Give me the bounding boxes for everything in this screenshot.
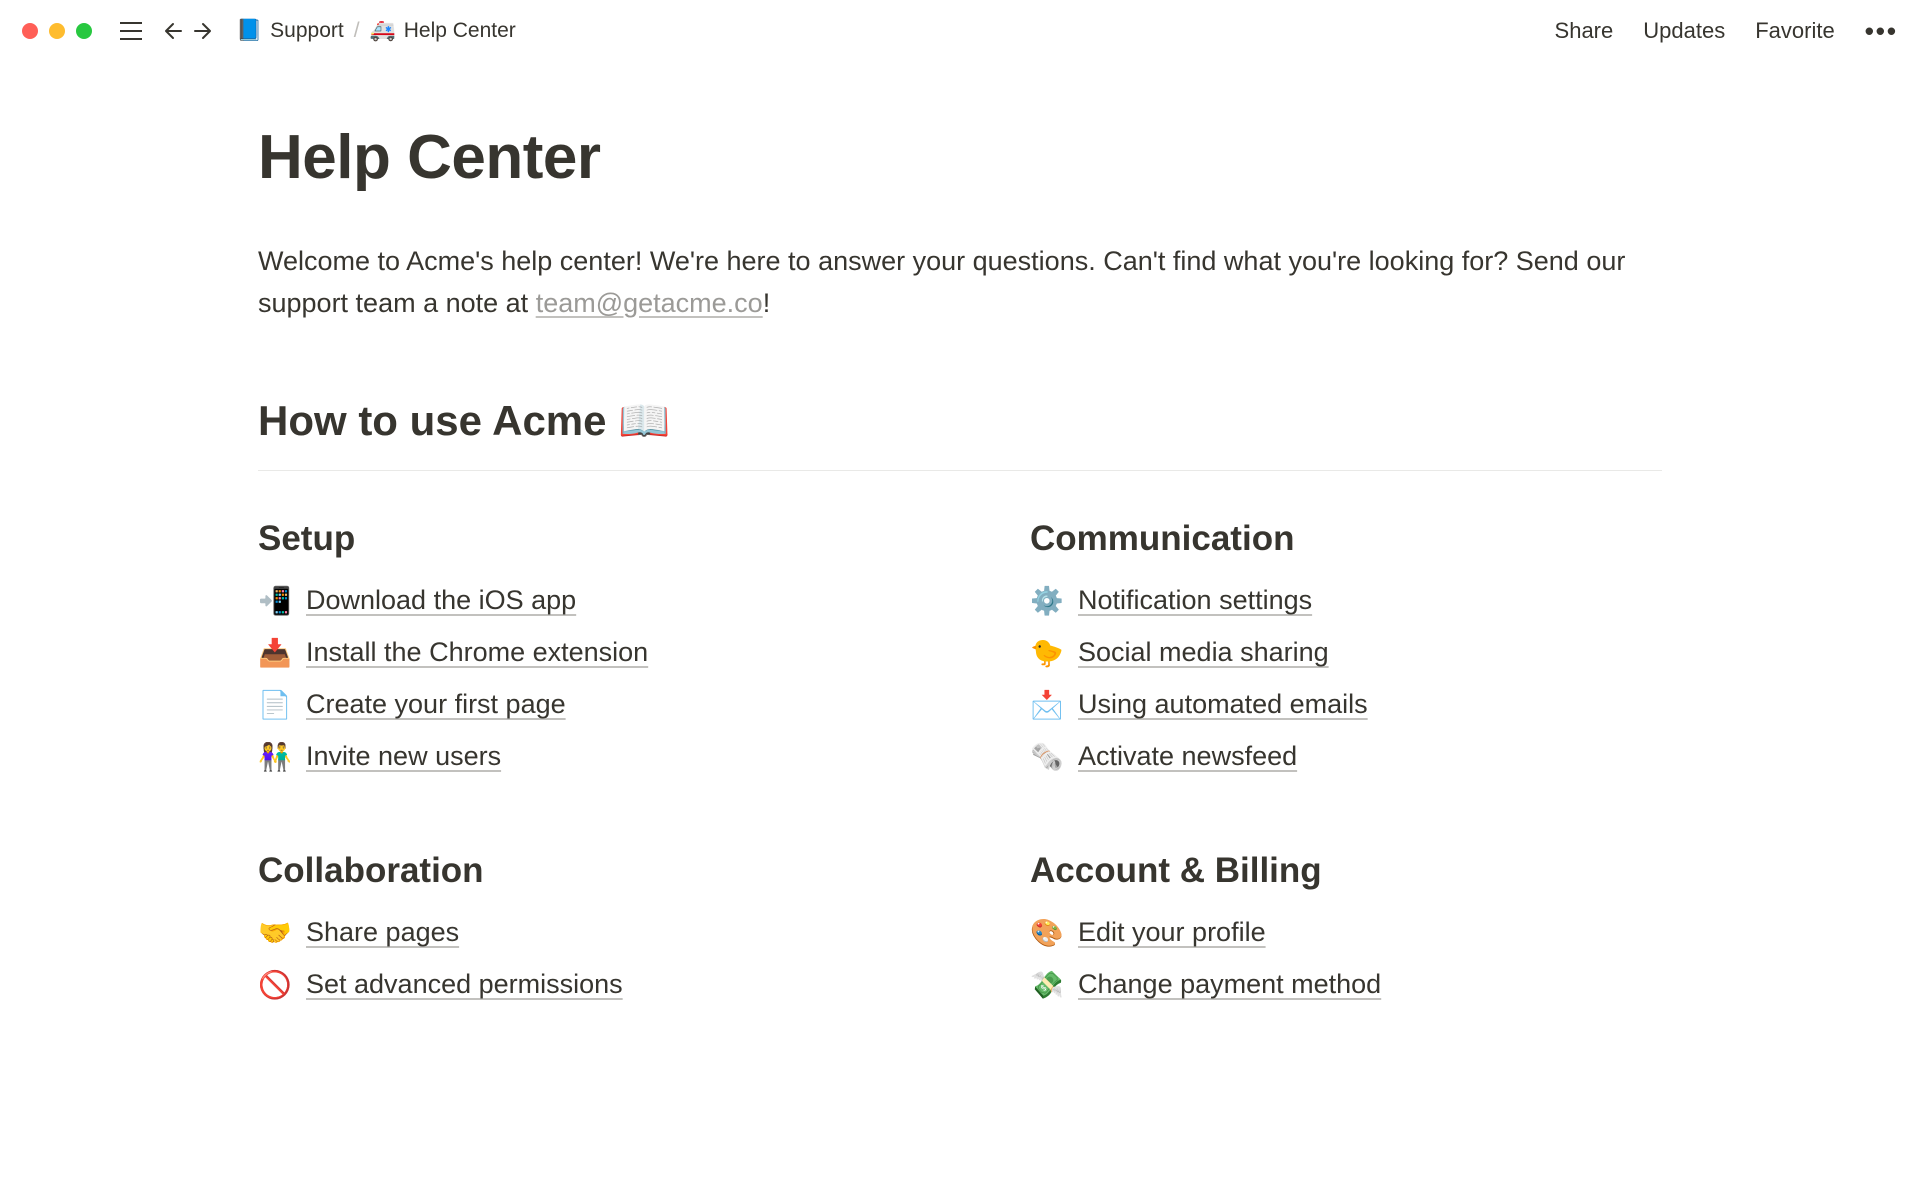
guide-heading-text: How to use Acme (258, 397, 618, 444)
link-label: Download the iOS app (306, 585, 576, 616)
link-invite-users[interactable]: 👫 Invite new users (258, 741, 890, 773)
window-maximize-icon[interactable] (76, 23, 92, 39)
link-list: 📲 Download the iOS app 📥 Install the Chr… (258, 585, 890, 773)
share-button[interactable]: Share (1555, 18, 1614, 44)
column-heading: Setup (258, 519, 890, 559)
gear-icon: ⚙️ (1030, 585, 1062, 617)
newspaper-icon: 🗞️ (1030, 741, 1062, 773)
breadcrumb-label: Support (270, 19, 344, 43)
link-share-pages[interactable]: 🤝 Share pages (258, 917, 890, 949)
link-label: Install the Chrome extension (306, 637, 648, 668)
link-download-ios[interactable]: 📲 Download the iOS app (258, 585, 890, 617)
link-first-page[interactable]: 📄 Create your first page (258, 689, 890, 721)
window-minimize-icon[interactable] (49, 23, 65, 39)
link-label: Change payment method (1078, 969, 1381, 1000)
link-install-chrome[interactable]: 📥 Install the Chrome extension (258, 637, 890, 669)
prohibited-icon: 🚫 (258, 969, 290, 1001)
link-label: Edit your profile (1078, 917, 1266, 948)
palette-icon: 🎨 (1030, 917, 1062, 949)
topbar-actions: Share Updates Favorite ••• (1555, 16, 1898, 47)
window-close-icon[interactable] (22, 23, 38, 39)
page-title: Help Center (258, 122, 1662, 193)
column-heading: Account & Billing (1030, 851, 1662, 891)
topbar: 📘 Support / 🚑 Help Center Share Updates … (0, 0, 1920, 62)
breadcrumb-item-support[interactable]: 📘 Support (236, 19, 344, 43)
column-account-billing: Account & Billing 🎨 Edit your profile 💸 … (1030, 851, 1662, 1021)
link-advanced-permissions[interactable]: 🚫 Set advanced permissions (258, 969, 890, 1001)
column-communication: Communication ⚙️ Notification settings 🐤… (1030, 519, 1662, 793)
guide-columns: Setup 📲 Download the iOS app 📥 Install t… (258, 519, 1662, 1021)
page-icon: 📄 (258, 689, 290, 721)
breadcrumb: 📘 Support / 🚑 Help Center (236, 19, 516, 43)
link-label: Using automated emails (1078, 689, 1368, 720)
money-icon: 💸 (1030, 969, 1062, 1001)
link-social-sharing[interactable]: 🐤 Social media sharing (1030, 637, 1662, 669)
link-notification-settings[interactable]: ⚙️ Notification settings (1030, 585, 1662, 617)
link-edit-profile[interactable]: 🎨 Edit your profile (1030, 917, 1662, 949)
menu-icon[interactable] (116, 16, 146, 46)
forward-button[interactable] (190, 16, 220, 46)
guide-heading: How to use Acme 📖 (258, 397, 1662, 446)
book-icon: 📘 (236, 19, 262, 43)
nav-arrows (156, 16, 220, 46)
inbox-icon: 📥 (258, 637, 290, 669)
link-automated-emails[interactable]: 📩 Using automated emails (1030, 689, 1662, 721)
link-change-payment[interactable]: 💸 Change payment method (1030, 969, 1662, 1001)
breadcrumb-separator: / (354, 19, 360, 43)
updates-button[interactable]: Updates (1643, 18, 1725, 44)
mobile-icon: 📲 (258, 585, 290, 617)
intro-text: Welcome to Acme's help center! We're her… (258, 241, 1662, 325)
breadcrumb-item-help-center[interactable]: 🚑 Help Center (370, 19, 516, 43)
link-list: ⚙️ Notification settings 🐤 Social media … (1030, 585, 1662, 773)
page-content: Help Center Welcome to Acme's help cente… (0, 62, 1920, 1021)
link-label: Share pages (306, 917, 459, 948)
link-label: Invite new users (306, 741, 501, 772)
more-menu-icon[interactable]: ••• (1865, 16, 1898, 47)
column-collaboration: Collaboration 🤝 Share pages 🚫 Set advanc… (258, 851, 890, 1021)
link-label: Social media sharing (1078, 637, 1329, 668)
column-setup: Setup 📲 Download the iOS app 📥 Install t… (258, 519, 890, 793)
column-heading: Collaboration (258, 851, 890, 891)
link-label: Set advanced permissions (306, 969, 623, 1000)
link-list: 🎨 Edit your profile 💸 Change payment met… (1030, 917, 1662, 1001)
open-book-icon: 📖 (618, 397, 670, 446)
link-label: Create your first page (306, 689, 566, 720)
link-label: Notification settings (1078, 585, 1312, 616)
breadcrumb-label: Help Center (404, 19, 516, 43)
link-activate-newsfeed[interactable]: 🗞️ Activate newsfeed (1030, 741, 1662, 773)
traffic-lights (22, 23, 92, 39)
envelope-icon: 📩 (1030, 689, 1062, 721)
intro-before: Welcome to Acme's help center! We're her… (258, 246, 1625, 318)
people-icon: 👫 (258, 741, 290, 773)
bird-icon: 🐤 (1030, 637, 1062, 669)
support-email-link[interactable]: team@getacme.co (536, 288, 763, 318)
intro-after: ! (763, 288, 771, 318)
link-label: Activate newsfeed (1078, 741, 1297, 772)
divider (258, 470, 1662, 471)
back-button[interactable] (156, 16, 186, 46)
help-icon: 🚑 (370, 19, 396, 43)
link-list: 🤝 Share pages 🚫 Set advanced permissions (258, 917, 890, 1001)
favorite-button[interactable]: Favorite (1755, 18, 1834, 44)
column-heading: Communication (1030, 519, 1662, 559)
handshake-icon: 🤝 (258, 917, 290, 949)
